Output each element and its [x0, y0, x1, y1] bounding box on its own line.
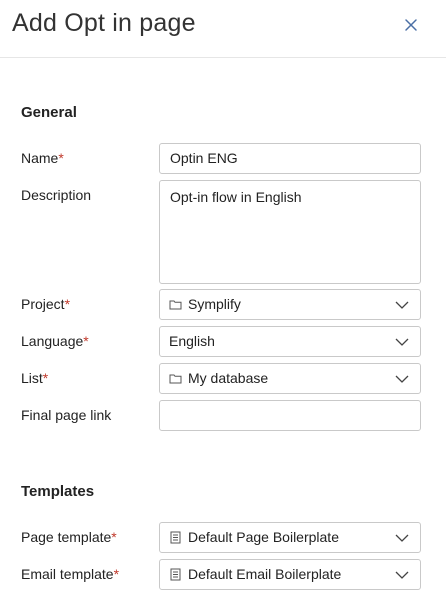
close-icon[interactable] [401, 15, 421, 35]
page-template-select[interactable]: Default Page Boilerplate [159, 522, 421, 553]
list-value: My database [188, 370, 269, 386]
name-label: Name* [21, 150, 64, 166]
email-template-value: Default Email Boilerplate [188, 566, 342, 582]
project-select[interactable]: Symplify [159, 289, 421, 320]
folder-icon [169, 298, 182, 311]
dialog-header: Add Opt in page [0, 0, 446, 58]
final-page-link-label: Final page link [21, 407, 112, 423]
template-icon [169, 568, 182, 581]
final-page-link-field[interactable] [159, 400, 421, 431]
description-label: Description [21, 187, 92, 203]
section-templates-heading: Templates [21, 483, 95, 500]
chevron-down-icon [394, 371, 410, 387]
project-label: Project* [21, 296, 71, 312]
chevron-down-icon [394, 334, 410, 350]
language-select[interactable]: English [159, 326, 421, 357]
template-icon [169, 531, 182, 544]
language-label: Language* [21, 333, 89, 349]
list-label: List* [21, 370, 49, 386]
section-general-heading: General [21, 104, 77, 121]
email-template-label: Email template* [21, 566, 120, 582]
chevron-down-icon [394, 297, 410, 313]
list-select[interactable]: My database [159, 363, 421, 394]
page-template-label: Page template* [21, 529, 117, 545]
chevron-down-icon [394, 567, 410, 583]
language-value: English [169, 333, 215, 349]
project-value: Symplify [188, 296, 241, 312]
description-field[interactable]: Opt-in flow in English [159, 180, 421, 284]
chevron-down-icon [394, 530, 410, 546]
dialog-title: Add Opt in page [12, 9, 196, 37]
page-template-value: Default Page Boilerplate [188, 529, 339, 545]
email-template-select[interactable]: Default Email Boilerplate [159, 559, 421, 590]
folder-icon [169, 372, 182, 385]
name-field[interactable]: Optin ENG [159, 143, 421, 174]
